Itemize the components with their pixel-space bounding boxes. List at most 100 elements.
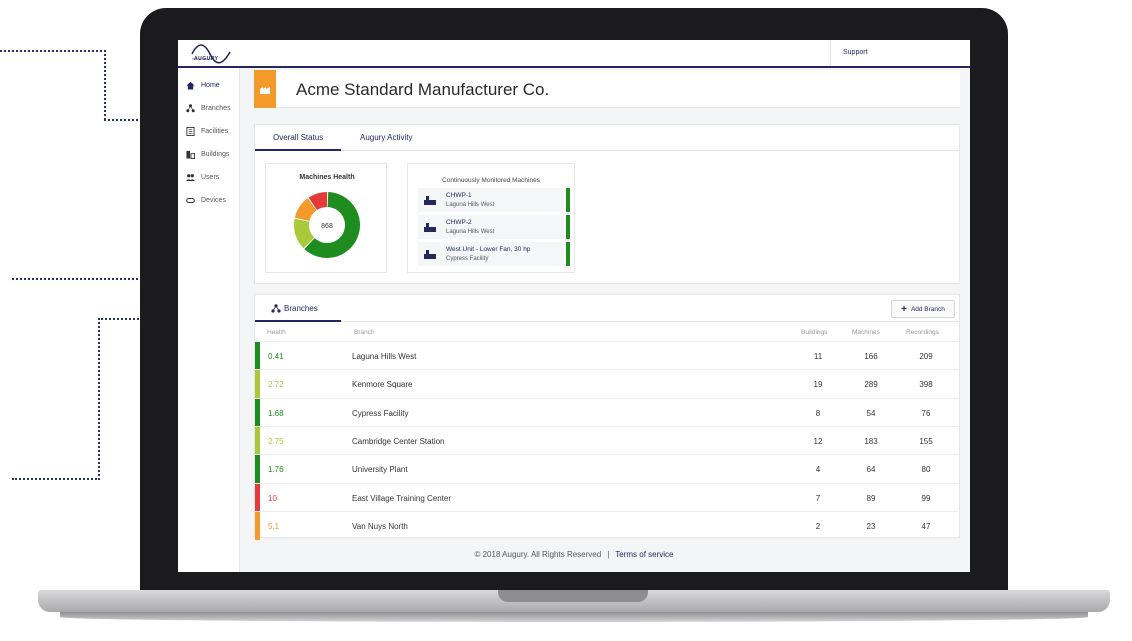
machine-status-bar xyxy=(566,215,570,239)
branch-name[interactable]: Van Nuys North xyxy=(352,522,408,531)
machine-location: Laguna Hills West xyxy=(446,229,495,235)
branch-health-score: 2.75 xyxy=(268,436,284,446)
table-row[interactable]: 5.1 Van Nuys North 2 23 47 xyxy=(255,510,959,540)
table-row[interactable]: 10 East Village Training Center 7 89 99 xyxy=(255,482,959,512)
branch-recordings-count: 47 xyxy=(921,521,931,531)
branch-name[interactable]: Laguna Hills West xyxy=(352,352,416,361)
sidebar-item-label: Buildings xyxy=(201,150,230,158)
users-icon xyxy=(186,173,195,181)
machine-name[interactable]: West Unit - Lower Fan, 30 hp xyxy=(446,246,530,253)
logo-text: AUGURY xyxy=(194,56,219,62)
branch-buildings-count: 4 xyxy=(815,465,821,475)
table-row[interactable]: 1.76 University Plant 4 64 80 xyxy=(255,454,959,484)
branches-icon xyxy=(271,304,281,313)
branch-health-score: 2.72 xyxy=(268,380,284,390)
add-branch-label: Add Branch xyxy=(910,305,945,313)
table-row[interactable]: 0.41 Laguna Hills West 11 166 209 xyxy=(255,341,959,370)
branch-buildings-count: 7 xyxy=(815,493,821,503)
app-screen: AUGURY Support Home Branches Facilities … xyxy=(178,40,970,572)
sidebar-item-branches[interactable]: Branches xyxy=(186,101,231,115)
branch-name[interactable]: University Plant xyxy=(352,465,408,474)
branch-name[interactable]: Kenmore Square xyxy=(352,380,412,389)
monitored-machines-panel: Continuously Monitored Machines CHWP-1 L… xyxy=(407,163,575,273)
buildings-icon xyxy=(186,150,195,159)
machine-name[interactable]: CHWP-2 xyxy=(446,219,472,226)
health-strip xyxy=(255,483,260,512)
sidebar-item-facilities[interactable]: Facilities xyxy=(186,124,228,138)
tab-branches-label: Branches xyxy=(284,304,318,313)
add-branch-button[interactable]: + Add Branch xyxy=(891,300,955,318)
health-strip xyxy=(255,426,260,455)
tabs-divider xyxy=(255,150,959,151)
branch-name[interactable]: East Village Training Center xyxy=(352,494,451,503)
tab-overall-status[interactable]: Overall Status xyxy=(273,133,323,142)
callout-line xyxy=(98,318,100,480)
machine-status-bar xyxy=(566,242,570,266)
branches-card: Branches + Add Branch Health Branch Buil… xyxy=(254,294,960,540)
machines-health-donut[interactable]: 868 xyxy=(290,188,364,262)
monitored-machines-title: Continuously Monitored Machines xyxy=(442,177,540,184)
callout-line xyxy=(104,50,106,120)
branch-buildings-count: 2 xyxy=(815,521,821,531)
column-header-recordings[interactable]: Recordings xyxy=(906,329,939,336)
machine-row[interactable]: West Unit - Lower Fan, 30 hp Cypress Fac… xyxy=(418,242,570,266)
column-header-branch[interactable]: Branch xyxy=(354,329,375,336)
tab-augury-activity[interactable]: Augury Activity xyxy=(360,133,412,142)
sidebar-item-home[interactable]: Home xyxy=(186,78,220,92)
status-card: Overall Status Augury Activity Machines … xyxy=(254,124,960,284)
branch-machines-count: 289 xyxy=(864,380,878,390)
branch-recordings-count: 209 xyxy=(919,352,933,361)
tab-branches[interactable]: Branches xyxy=(271,304,318,313)
laptop-base-shadow xyxy=(60,612,1088,622)
sidebar-item-users[interactable]: Users xyxy=(186,170,219,184)
column-header-buildings[interactable]: Buildings xyxy=(801,329,827,336)
callout-line xyxy=(0,50,106,52)
branch-buildings-count: 11 xyxy=(813,352,823,361)
copyright-text: © 2018 Augury. All Rights Reserved xyxy=(474,550,602,559)
company-badge xyxy=(254,70,276,108)
branch-machines-count: 54 xyxy=(866,408,876,418)
sidebar-item-devices[interactable]: Devices xyxy=(186,193,226,207)
health-strip xyxy=(255,370,260,399)
plus-icon: + xyxy=(901,303,907,315)
branch-machines-count: 64 xyxy=(866,465,876,475)
sidebar-item-label: Home xyxy=(201,81,220,89)
health-strip xyxy=(255,455,260,484)
company-header: Acme Standard Manufacturer Co. xyxy=(254,70,960,108)
donut-center-value: 868 xyxy=(321,223,333,230)
terms-of-service-link[interactable]: Terms of service xyxy=(615,550,673,559)
column-header-health[interactable]: Health xyxy=(267,329,286,336)
branch-recordings-count: 155 xyxy=(919,436,933,446)
branch-recordings-count: 80 xyxy=(921,465,931,475)
branch-machines-count: 23 xyxy=(866,521,876,531)
table-row[interactable]: 1.68 Cypress Facility 8 54 76 xyxy=(255,397,959,427)
table-row[interactable]: 2.72 Kenmore Square 19 289 398 xyxy=(255,369,959,399)
branch-name[interactable]: Cypress Facility xyxy=(352,409,408,418)
table-row[interactable]: 2.75 Cambridge Center Station 12 183 155 xyxy=(255,425,959,455)
branch-machines-count: 89 xyxy=(866,493,876,503)
branch-recordings-count: 398 xyxy=(919,380,933,390)
sidebar-item-label: Branches xyxy=(201,104,231,112)
branch-buildings-count: 12 xyxy=(813,436,823,446)
footer: © 2018 Augury. All Rights Reserved | Terms… xyxy=(178,550,970,559)
branch-health-score: 0.41 xyxy=(268,352,284,361)
support-link[interactable]: Support xyxy=(843,49,868,56)
machine-icon xyxy=(424,196,436,205)
machine-row[interactable]: CHWP-1 Laguna Hills West xyxy=(418,188,570,212)
branch-machines-count: 183 xyxy=(864,436,878,446)
laptop-notch xyxy=(498,590,648,602)
facilities-icon xyxy=(186,126,195,136)
column-header-machines[interactable]: Machines xyxy=(852,329,880,336)
tabs-divider xyxy=(255,321,959,322)
branch-health-score: 10 xyxy=(268,493,277,503)
sidebar-item-label: Facilities xyxy=(201,127,229,135)
branch-machines-count: 166 xyxy=(864,352,878,361)
branch-name[interactable]: Cambridge Center Station xyxy=(352,437,445,446)
machine-name[interactable]: CHWP-1 xyxy=(446,192,472,199)
machine-row[interactable]: CHWP-2 Laguna Hills West xyxy=(418,215,570,239)
health-strip xyxy=(255,511,260,540)
health-strip xyxy=(255,398,260,427)
sidebar-item-buildings[interactable]: Buildings xyxy=(186,147,229,161)
branch-recordings-count: 99 xyxy=(921,493,931,503)
branch-recordings-count: 76 xyxy=(921,408,931,418)
